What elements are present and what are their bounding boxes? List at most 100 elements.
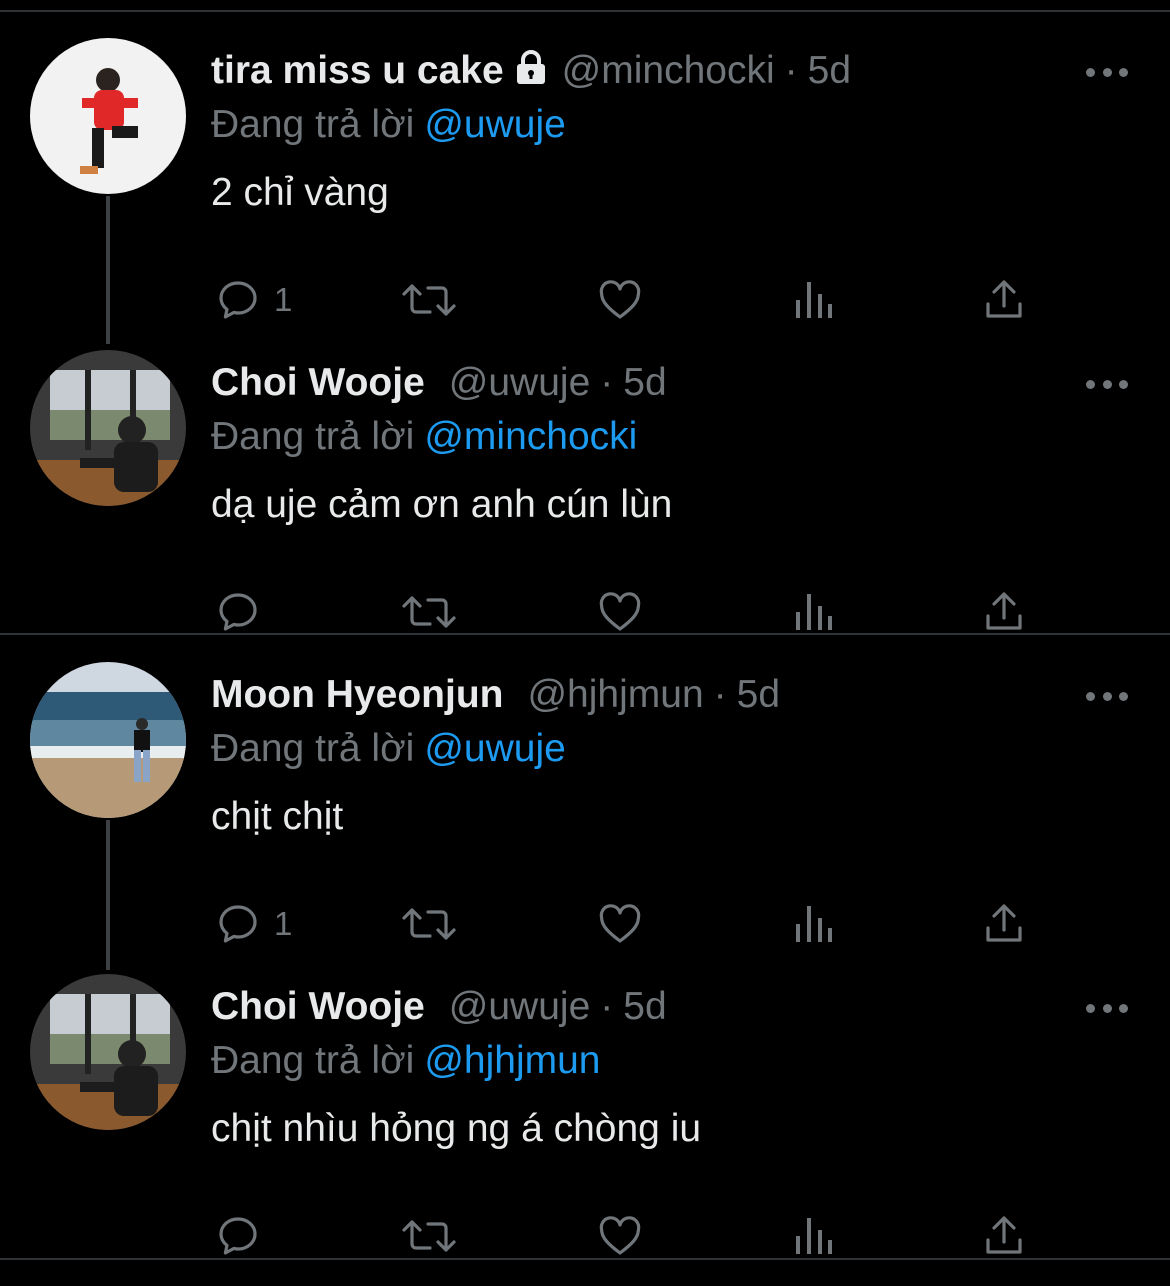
- share-button[interactable]: [980, 894, 1028, 954]
- more-dots-icon: [1086, 67, 1095, 77]
- timestamp[interactable]: 5d: [808, 49, 851, 92]
- reply-bubble-icon: [219, 281, 257, 319]
- mention-link[interactable]: @uwuje: [424, 103, 566, 146]
- handle[interactable]: @uwuje: [449, 361, 591, 404]
- views-button[interactable]: [792, 270, 836, 330]
- more-dots-icon: [1086, 691, 1095, 701]
- lock-icon: [514, 49, 548, 99]
- retweet-button[interactable]: [400, 894, 458, 954]
- tweet-header: Choi Wooje @uwuje · 5d: [211, 358, 667, 408]
- heart-icon: [599, 280, 641, 319]
- share-upload-icon: [986, 592, 1022, 630]
- replying-to-label: Đang trả lời: [211, 727, 415, 770]
- avatar[interactable]: [30, 38, 186, 194]
- thread-divider: [0, 633, 1170, 635]
- tweet-header: Choi Wooje @uwuje · 5d: [211, 982, 667, 1032]
- reply-count: 1: [274, 281, 293, 318]
- timestamp[interactable]: 5d: [623, 361, 666, 404]
- replying-to: Đang trả lời @hjhjmun: [211, 1036, 601, 1086]
- views-button[interactable]: [792, 1206, 836, 1266]
- avatar-image: [30, 350, 186, 506]
- handle[interactable]: @hjhjmun: [527, 673, 703, 716]
- replying-to: Đang trả lời @minchocki: [211, 412, 637, 462]
- bottom-divider: [0, 1258, 1170, 1260]
- replying-to-label: Đang trả lời: [211, 415, 415, 458]
- tweet-text: chịt chịt: [211, 795, 344, 838]
- views-button[interactable]: [792, 894, 836, 954]
- avatar-image: [30, 662, 186, 818]
- retweet-button[interactable]: [400, 1206, 458, 1266]
- share-button[interactable]: [980, 1206, 1028, 1266]
- handle[interactable]: @uwuje: [449, 985, 591, 1028]
- share-button[interactable]: [980, 270, 1028, 330]
- action-bar: 1: [200, 894, 1050, 954]
- retweet-button[interactable]: [400, 270, 458, 330]
- avatar-image: [30, 974, 186, 1130]
- mention-link[interactable]: @minchocki: [424, 415, 637, 458]
- retweet-icon: [402, 1220, 456, 1252]
- more-options-button[interactable]: [1086, 374, 1128, 394]
- tweet[interactable]: tira miss u cake @minchocki · 5d Đang trả l…: [0, 38, 1170, 350]
- replying-to: Đang trả lời @uwuje: [211, 724, 566, 774]
- replying-to-label: Đang trả lời: [211, 1039, 415, 1082]
- retweet-icon: [402, 596, 456, 628]
- mention-link[interactable]: @uwuje: [424, 727, 566, 770]
- more-dots-icon: [1086, 379, 1095, 389]
- reply-bubble-icon: [219, 905, 257, 943]
- views-bar-chart-icon: [796, 282, 832, 318]
- tweet-text: chịt nhìu hỏng ng á chòng iu: [211, 1107, 702, 1150]
- top-divider: [0, 10, 1170, 12]
- avatar-image: [30, 38, 186, 194]
- share-upload-icon: [986, 1216, 1022, 1254]
- heart-icon: [599, 904, 641, 943]
- tweet[interactable]: Moon Hyeonjun @hjhjmun · 5d Đang trả lời @uw…: [0, 662, 1170, 974]
- reply-button[interactable]: [214, 1206, 274, 1266]
- like-button[interactable]: [596, 270, 644, 330]
- tweet[interactable]: Choi Wooje @uwuje · 5d Đang trả lời @hjhjmun…: [0, 974, 1170, 1286]
- replying-to: Đang trả lời @uwuje: [211, 100, 566, 150]
- reply-button[interactable]: 1: [214, 270, 292, 330]
- separator-dot: ·: [713, 673, 727, 716]
- views-bar-chart-icon: [796, 906, 832, 942]
- action-bar: 1: [200, 270, 1050, 330]
- more-options-button[interactable]: [1086, 998, 1128, 1018]
- more-options-button[interactable]: [1086, 686, 1128, 706]
- more-dots-icon: [1086, 1003, 1095, 1013]
- more-options-button[interactable]: [1086, 62, 1128, 82]
- reply-button[interactable]: 1: [214, 894, 292, 954]
- display-name[interactable]: Choi Wooje: [211, 985, 425, 1028]
- views-bar-chart-icon: [796, 594, 832, 630]
- replying-to-label: Đang trả lời: [211, 103, 415, 146]
- timestamp[interactable]: 5d: [737, 673, 780, 716]
- retweet-icon: [402, 284, 456, 316]
- separator-dot: ·: [600, 361, 614, 404]
- tweet[interactable]: Choi Wooje @uwuje · 5d Đang trả lời @minchoc…: [0, 350, 1170, 662]
- reply-bubble-icon: [219, 1217, 257, 1255]
- separator-dot: ·: [784, 49, 798, 92]
- handle[interactable]: @minchocki: [562, 49, 775, 92]
- tweet-text: 2 chỉ vàng: [211, 171, 389, 214]
- reply-bubble-icon: [219, 593, 257, 631]
- display-name[interactable]: Choi Wooje: [211, 361, 425, 404]
- reply-count: 1: [274, 905, 293, 942]
- views-bar-chart-icon: [796, 1218, 832, 1254]
- heart-icon: [599, 1216, 641, 1255]
- retweet-icon: [402, 908, 456, 940]
- display-name[interactable]: tira miss u cake: [211, 49, 504, 92]
- tweet-header: Moon Hyeonjun @hjhjmun · 5d: [211, 670, 780, 720]
- heart-icon: [599, 592, 641, 631]
- timestamp[interactable]: 5d: [623, 985, 666, 1028]
- separator-dot: ·: [600, 985, 614, 1028]
- share-upload-icon: [986, 904, 1022, 942]
- action-bar: [200, 1206, 1050, 1266]
- tweet-text: dạ uje cảm ơn anh cún lùn: [211, 483, 673, 526]
- mention-link[interactable]: @hjhjmun: [424, 1039, 600, 1082]
- avatar[interactable]: [30, 974, 186, 1130]
- tweet-header: tira miss u cake @minchocki · 5d: [211, 46, 851, 96]
- share-upload-icon: [986, 280, 1022, 318]
- avatar[interactable]: [30, 350, 186, 506]
- like-button[interactable]: [596, 1206, 644, 1266]
- like-button[interactable]: [596, 894, 644, 954]
- display-name[interactable]: Moon Hyeonjun: [211, 673, 503, 716]
- avatar[interactable]: [30, 662, 186, 818]
